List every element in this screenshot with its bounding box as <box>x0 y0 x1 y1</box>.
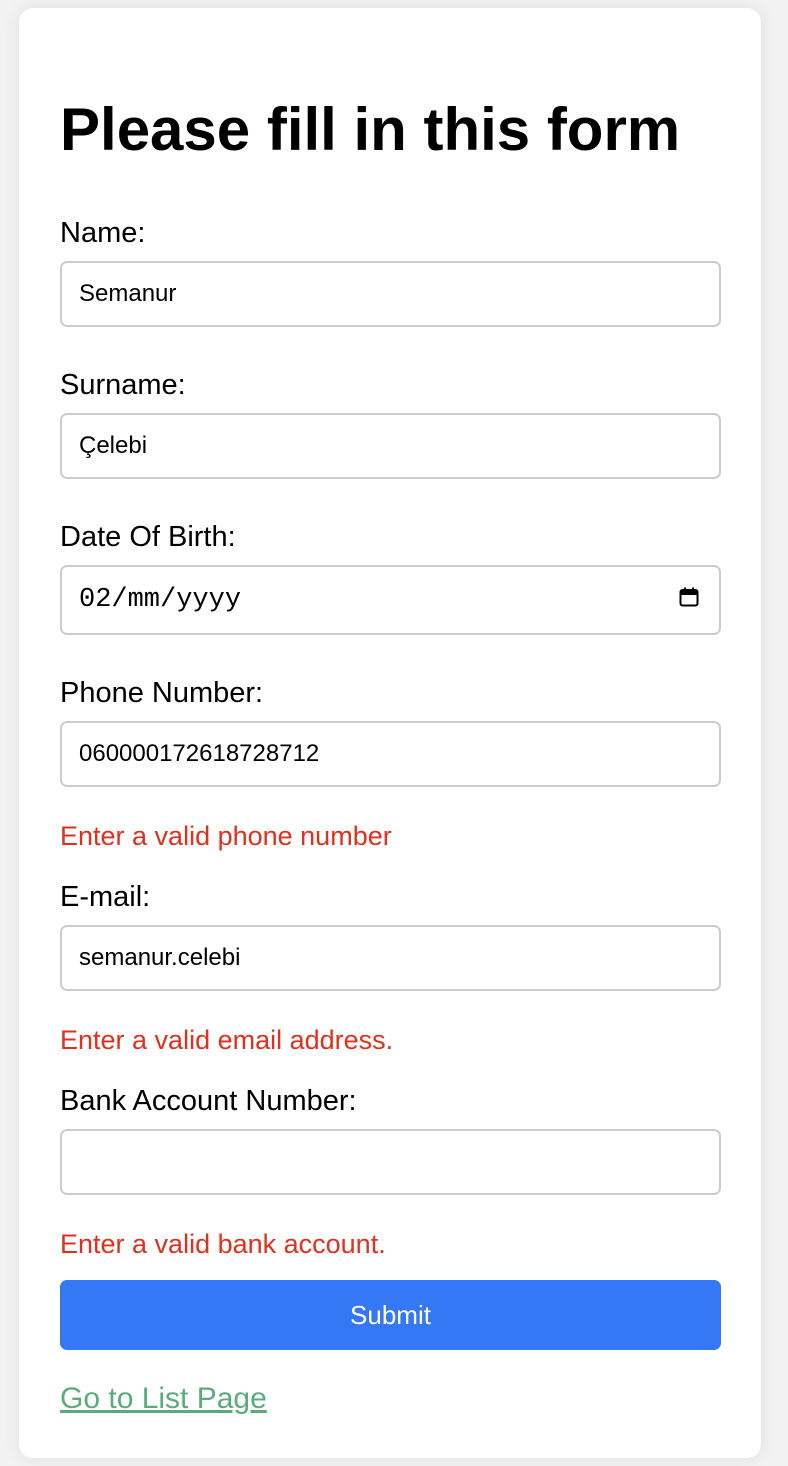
name-field[interactable] <box>60 261 721 327</box>
surname-label: Surname: <box>60 369 186 401</box>
go-to-list-link[interactable]: Go to List Page <box>60 1381 267 1417</box>
phone-number-field[interactable] <box>60 721 721 787</box>
bank-account-field[interactable] <box>60 1129 721 1195</box>
date-of-birth-field[interactable] <box>60 565 721 635</box>
surname-field[interactable] <box>60 413 721 479</box>
submit-button[interactable]: Submit <box>60 1280 721 1350</box>
email-label: E-mail: <box>60 881 151 913</box>
name-label: Name: <box>60 217 146 249</box>
date-of-birth-label: Date Of Birth: <box>60 521 236 553</box>
phone-number-label: Phone Number: <box>60 677 264 709</box>
calendar-icon[interactable] <box>679 587 699 607</box>
phone-error-message: Enter a valid phone number <box>60 821 392 851</box>
page-title: Please fill in this form <box>60 96 681 163</box>
form-card: Please fill in this form Name: Surname: … <box>19 8 761 1458</box>
bank-account-error-message: Enter a valid bank account. <box>60 1229 386 1259</box>
date-of-birth-wrapper <box>60 565 721 635</box>
bank-account-label: Bank Account Number: <box>60 1085 357 1117</box>
email-error-message: Enter a valid email address. <box>60 1025 394 1055</box>
email-field[interactable] <box>60 925 721 991</box>
